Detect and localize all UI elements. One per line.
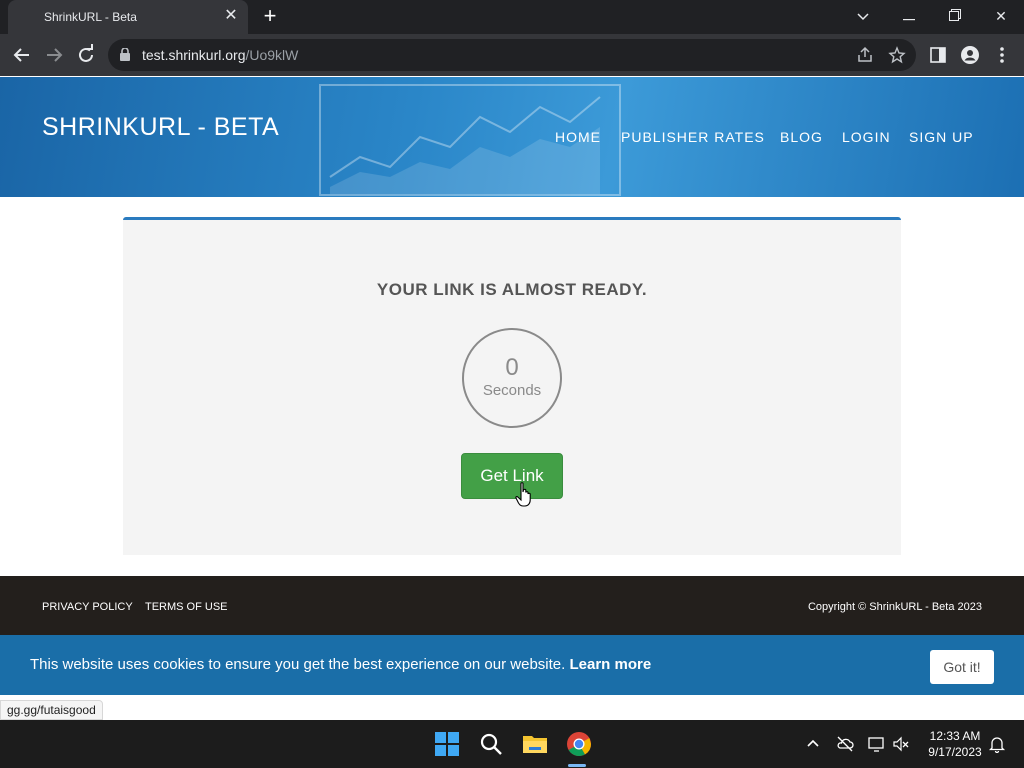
nav-blog[interactable]: BLOG	[780, 129, 823, 145]
new-tab-icon[interactable]: +	[258, 5, 282, 29]
footer-privacy-policy[interactable]: PRIVACY POLICY	[42, 601, 133, 613]
page-heading: YOUR LINK IS ALMOST READY.	[376, 280, 648, 299]
file-explorer-icon[interactable]	[522, 731, 548, 757]
nav-sign-up[interactable]: SIGN UP	[909, 129, 974, 145]
site-footer: PRIVACY POLICY TERMS OF USE Copyright © …	[0, 576, 1024, 636]
tab-title: ShrinkURL - Beta	[44, 10, 137, 24]
close-window-icon[interactable]: ✕	[986, 5, 1016, 27]
clock-time: 12:33 AM	[929, 729, 981, 743]
nav-home[interactable]: HOME	[555, 129, 601, 145]
url-text: test.shrinkurl.org/Uo9klW	[142, 47, 298, 63]
browser-tabstrip: ShrinkURL - Beta ✕ + ✕	[0, 0, 1024, 34]
lock-icon[interactable]	[120, 47, 130, 66]
volume-muted-icon[interactable]	[892, 735, 910, 753]
share-icon[interactable]	[856, 46, 874, 64]
url-path: /Uo9klW	[245, 47, 299, 63]
footer-copyright: Copyright © ShrinkURL - Beta 2023	[807, 601, 982, 613]
browser-toolbar: test.shrinkurl.org/Uo9klW	[0, 34, 1024, 76]
show-hidden-icons-icon[interactable]	[804, 735, 822, 753]
network-icon[interactable]	[868, 735, 886, 753]
side-panel-icon[interactable]	[928, 45, 948, 65]
nav-publisher-rates[interactable]: PUBLISHER RATES	[621, 129, 765, 145]
search-icon[interactable]	[478, 731, 504, 757]
bookmark-star-icon[interactable]	[888, 46, 906, 64]
tab-search-icon[interactable]	[848, 5, 878, 27]
cookie-learn-more-link[interactable]: Learn more	[569, 656, 651, 673]
windows-taskbar: 12:33 AM 9/17/2023	[0, 720, 1024, 768]
countdown-circle: 0 Seconds	[462, 328, 562, 428]
taskbar-clock[interactable]: 12:33 AM 9/17/2023	[914, 728, 996, 760]
chrome-icon[interactable]	[566, 731, 592, 757]
countdown-label: Seconds	[482, 382, 542, 399]
nav-login[interactable]: LOGIN	[842, 129, 891, 145]
menu-icon[interactable]	[992, 45, 1012, 65]
notifications-bell-icon[interactable]	[988, 735, 1006, 754]
tab-close-icon[interactable]: ✕	[222, 7, 240, 25]
link-hover-status: gg.gg/futaisgood	[0, 700, 103, 720]
onedrive-offline-icon[interactable]	[836, 735, 854, 753]
get-link-button[interactable]: Get Link	[461, 453, 563, 499]
hand-cursor-icon	[515, 482, 531, 507]
clock-date: 9/17/2023	[928, 745, 982, 759]
footer-terms-of-use[interactable]: TERMS OF USE	[145, 601, 228, 613]
site-header: SHRINKURL - BETA HOME PUBLISHER RATES BL…	[0, 77, 1024, 197]
cookie-accept-button[interactable]: Got it!	[930, 650, 994, 684]
cookie-banner: This website uses cookies to ensure you …	[0, 635, 1024, 695]
browser-tab[interactable]: ShrinkURL - Beta ✕	[8, 0, 248, 34]
chrome-active-indicator	[568, 764, 586, 767]
cookie-message: This website uses cookies to ensure you …	[30, 656, 651, 673]
forward-icon[interactable]	[42, 43, 66, 67]
profile-icon[interactable]	[960, 45, 980, 65]
back-icon[interactable]	[10, 43, 34, 67]
link-ready-card: YOUR LINK IS ALMOST READY. 0 Seconds Get…	[123, 217, 901, 555]
countdown-value: 0	[505, 354, 519, 381]
cookie-text: This website uses cookies to ensure you …	[30, 656, 566, 673]
url-host: test.shrinkurl.org	[142, 47, 246, 63]
address-bar[interactable]: test.shrinkurl.org/Uo9klW	[108, 39, 916, 71]
minimize-icon[interactable]	[894, 5, 924, 27]
windows-start-icon[interactable]	[434, 731, 460, 757]
site-brand[interactable]: SHRINKURL - BETA	[42, 113, 279, 142]
reload-icon[interactable]	[74, 43, 98, 67]
restore-icon[interactable]	[940, 5, 970, 27]
